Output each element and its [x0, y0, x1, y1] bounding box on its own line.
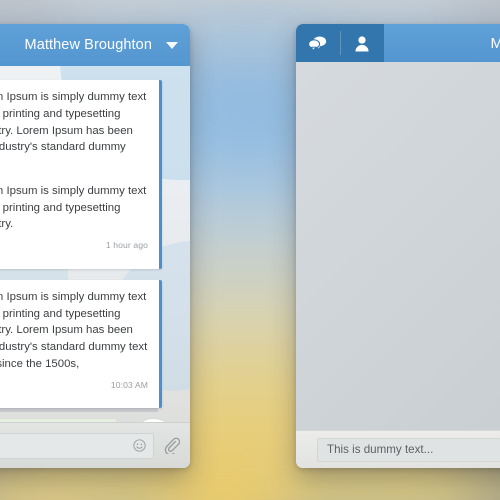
message-timestamp: 1 hour ago	[105, 240, 148, 251]
secondary-titlebar: Matth	[296, 24, 500, 62]
secondary-chat-window: Matth This is dummy text...	[296, 24, 500, 468]
secondary-message-input[interactable]: This is dummy text...	[317, 437, 500, 462]
paperclip-icon[interactable]	[163, 437, 180, 454]
secondary-contact-name-wrap: Matth	[384, 24, 500, 62]
chat-message-list[interactable]: Lorem Ipsum is simply dummy text of the …	[0, 66, 190, 422]
message-text: Lorem Ipsum is simply dummy text of the …	[0, 184, 147, 231]
secondary-iconbar	[296, 24, 384, 62]
message-bubble-incoming[interactable]: Lorem Ipsum is simply dummy text of the …	[0, 279, 162, 409]
chat-titlebar[interactable]: Matthew Broughton	[0, 24, 190, 66]
message-row-outgoing: Lorem Ipsum is simply dummy text of the …	[0, 419, 176, 422]
tab-chats[interactable]	[296, 24, 340, 62]
secondary-message-list[interactable]	[296, 62, 500, 430]
secondary-contact-name: Matth	[490, 34, 500, 52]
message-bubble-incoming[interactable]: Lorem Ipsum is simply dummy text of the …	[0, 80, 162, 269]
chat-contact-name: Matthew Broughton	[24, 37, 152, 53]
chat-window: Matthew Broughton Lorem Ipsum is simply …	[0, 24, 190, 468]
message-bubble-outgoing[interactable]: Lorem Ipsum is simply dummy text of the …	[0, 419, 117, 422]
avatar[interactable]	[131, 419, 176, 422]
tab-contacts[interactable]	[341, 24, 385, 62]
chat-message-input[interactable]	[0, 432, 154, 459]
message-timestamp: 10:03 AM	[110, 379, 148, 390]
message-text: Lorem Ipsum is simply dummy text of the …	[0, 290, 148, 370]
chat-bubbles-icon	[308, 36, 327, 51]
chat-composer	[0, 422, 190, 468]
smiley-icon[interactable]	[133, 439, 146, 452]
message-text: Lorem Ipsum is simply dummy text of the …	[0, 91, 147, 154]
secondary-composer: This is dummy text...	[296, 430, 500, 468]
chevron-down-icon[interactable]	[166, 42, 178, 49]
person-icon	[355, 35, 369, 51]
